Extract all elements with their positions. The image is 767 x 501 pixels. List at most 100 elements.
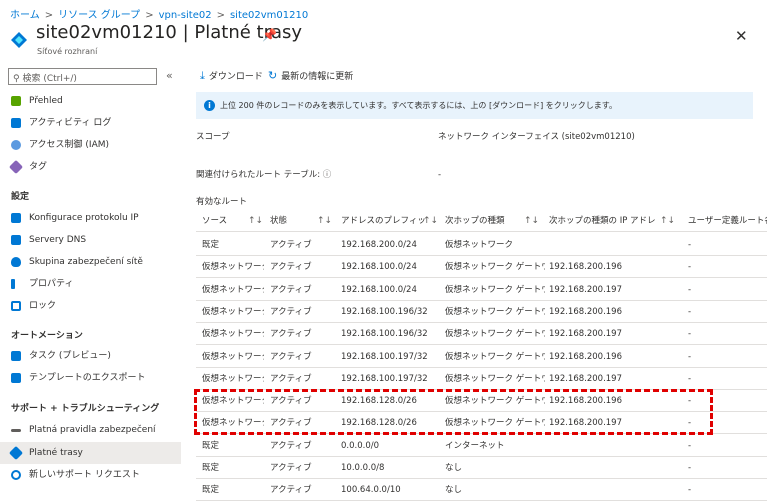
table-cell: 仮想ネットワーク ゲートウ... bbox=[445, 373, 545, 384]
sort-icon[interactable]: ↑↓ bbox=[660, 210, 675, 232]
sort-icon[interactable]: ↑↓ bbox=[524, 210, 539, 232]
table-row[interactable]: 既定 アクティブ 192.168.200.0/24 仮想ネットワーク - bbox=[196, 234, 767, 256]
table-cell: アクティブ bbox=[270, 240, 312, 250]
sidebar-item-label: ロック bbox=[29, 301, 57, 311]
table-cell: 仮想ネットワーク... bbox=[202, 262, 264, 273]
support-icon bbox=[11, 470, 21, 480]
table-cell: 192.168.200.197 bbox=[549, 284, 623, 295]
section-automation: オートメーション bbox=[11, 331, 83, 341]
col-state[interactable]: 状態 bbox=[270, 210, 310, 232]
table-row[interactable]: 仮想ネットワーク... アクティブ 192.168.100.197/32 仮想ネットワ… bbox=[196, 346, 767, 368]
table-cell: なし bbox=[445, 463, 463, 473]
table-row[interactable]: 既定 アクティブ 100.64.0.0/10 なし - bbox=[196, 479, 767, 501]
refresh-label: 最新の情報に更新 bbox=[281, 72, 354, 82]
sidebar-item-iam[interactable]: アクセス制御 (IAM) bbox=[0, 134, 181, 156]
table-cell: - bbox=[688, 306, 692, 317]
table-row[interactable]: 仮想ネットワーク... アクティブ 192.168.100.0/24 仮想ネットワーク… bbox=[196, 256, 767, 279]
table-cell: 192.168.100.197/32 bbox=[341, 351, 428, 362]
col-next-hop-type[interactable]: 次ホップの種類 bbox=[445, 210, 517, 232]
breadcrumb-resource-groups[interactable]: リソース グループ bbox=[58, 10, 140, 21]
table-cell: - bbox=[688, 373, 692, 384]
sidebar-item-locks[interactable]: ロック bbox=[0, 295, 181, 317]
download-label: ダウンロード bbox=[208, 72, 263, 82]
sidebar-item-properties[interactable]: プロパティ bbox=[0, 273, 181, 295]
sidebar-item-label: Přehled bbox=[29, 96, 63, 106]
table-cell: 仮想ネットワーク ゲートウ... bbox=[445, 329, 545, 340]
sort-icon[interactable]: ↑↓ bbox=[317, 210, 332, 232]
table-cell: 192.168.200.197 bbox=[549, 373, 623, 384]
col-prefix[interactable]: アドレスのプレフィック... bbox=[341, 210, 427, 232]
table-row[interactable]: 仮想ネットワーク... アクティブ 192.168.100.196/32 仮想ネットワ… bbox=[196, 301, 767, 323]
ip-config-icon bbox=[11, 213, 21, 223]
table-cell: 192.168.100.196/32 bbox=[341, 306, 428, 317]
sidebar-item-dns[interactable]: Servery DNS bbox=[0, 229, 181, 251]
table-cell: 192.168.100.196/32 bbox=[341, 329, 428, 340]
table-cell: 仮想ネットワーク ゲートウ... bbox=[445, 306, 545, 317]
table-cell: アクティブ bbox=[270, 284, 312, 295]
table-cell: 192.168.200.197 bbox=[549, 329, 623, 340]
sidebar-item-new-support-request[interactable]: 新しいサポート リクエスト bbox=[0, 464, 181, 486]
table-cell: インターネット bbox=[445, 440, 505, 451]
sidebar-item-tags[interactable]: タグ bbox=[0, 156, 181, 178]
table-row[interactable]: 既定 アクティブ 0.0.0.0/0 インターネット - bbox=[196, 435, 767, 457]
sidebar-item-nsg[interactable]: Skupina zabezpečení sítě bbox=[0, 251, 181, 273]
breadcrumb-vpn-site02[interactable]: vpn-site02 bbox=[159, 10, 212, 21]
route-tables-label: 関連付けられたルート テーブル: ⓘ bbox=[196, 168, 331, 180]
sidebar-item-ip-config[interactable]: Konfigurace protokolu IP bbox=[0, 207, 181, 229]
sidebar-item-effective-security-rules[interactable]: Platná pravidla zabezpečení bbox=[0, 419, 181, 441]
table-cell: 既定 bbox=[202, 240, 220, 250]
table-row[interactable]: 既定 アクティブ 10.0.0.0/8 なし - bbox=[196, 457, 767, 479]
table-cell: - bbox=[688, 485, 692, 496]
section-settings: 設定 bbox=[11, 192, 30, 202]
table-cell: 192.168.200.196 bbox=[549, 306, 623, 317]
table-cell: 192.168.200.0/24 bbox=[341, 240, 417, 250]
sort-icon[interactable]: ↑↓ bbox=[423, 210, 438, 232]
table-cell: 仮想ネットワーク ゲートウ... bbox=[445, 351, 545, 362]
collapse-sidebar-icon[interactable]: « bbox=[166, 69, 173, 82]
info-circle-icon: ⓘ bbox=[322, 170, 332, 180]
sidebar-item-label: Skupina zabezpečení sítě bbox=[29, 257, 143, 267]
table-row[interactable]: 仮想ネットワーク... アクティブ 192.168.100.0/24 仮想ネットワーク… bbox=[196, 279, 767, 301]
table-cell: - bbox=[688, 240, 692, 250]
table-row[interactable]: 仮想ネットワーク... アクティブ 192.168.100.197/32 仮想ネットワ… bbox=[196, 368, 767, 390]
table-cell: 仮想ネットワーク... bbox=[202, 284, 264, 295]
info-banner: i 上位 200 件のレコードのみを表示しています。すべて表示するには、上の [ダ… bbox=[196, 92, 753, 119]
breadcrumb-nic[interactable]: site02vm01210 bbox=[230, 10, 308, 21]
table-cell: アクティブ bbox=[270, 329, 312, 340]
table-cell: 既定 bbox=[202, 485, 220, 496]
table-cell: 仮想ネットワーク ゲートウ... bbox=[445, 262, 545, 273]
sidebar-item-export-template[interactable]: テンプレートのエクスポート bbox=[0, 367, 181, 389]
sidebar-item-effective-routes[interactable]: Platné trasy bbox=[0, 442, 181, 464]
effective-routes-label: 有効なルート bbox=[196, 197, 248, 207]
col-next-hop-ip[interactable]: 次ホップの種類の IP アドレス bbox=[549, 210, 655, 232]
table-cell: 仮想ネットワーク... bbox=[202, 373, 264, 384]
search-input[interactable]: ⚲ 検索 (Ctrl+/) bbox=[8, 68, 157, 85]
download-button[interactable]: ⤓ ダウンロード bbox=[200, 69, 263, 83]
col-udr-name[interactable]: ユーザー定義ルート名 bbox=[688, 210, 767, 232]
sidebar-item-label: Servery DNS bbox=[29, 235, 87, 245]
table-cell: なし bbox=[445, 485, 463, 496]
table-cell: 192.168.200.196 bbox=[549, 262, 623, 273]
sidebar-item-label: テンプレートのエクスポート bbox=[29, 373, 146, 383]
table-header: ソース↑↓ 状態↑↓ アドレスのプレフィック...↑↓ 次ホップの種類↑↓ 次ホ… bbox=[196, 210, 767, 232]
sidebar-item-overview[interactable]: Přehled bbox=[0, 90, 181, 112]
sidebar-item-tasks[interactable]: タスク (プレビュー) bbox=[0, 345, 181, 367]
tasks-icon bbox=[11, 351, 21, 361]
sidebar-item-label: 新しいサポート リクエスト bbox=[29, 470, 140, 480]
table-row[interactable]: 仮想ネットワーク... アクティブ 192.168.100.196/32 仮想ネットワ… bbox=[196, 323, 767, 346]
sidebar-item-activity-log[interactable]: アクティビティ ログ bbox=[0, 112, 181, 134]
table-cell: 仮想ネットワーク... bbox=[202, 306, 264, 317]
table-cell: 仮想ネットワーク... bbox=[202, 329, 264, 340]
table-cell: アクティブ bbox=[270, 351, 312, 362]
table-cell: アクティブ bbox=[270, 262, 312, 273]
sort-icon[interactable]: ↑↓ bbox=[248, 210, 263, 232]
tag-icon bbox=[8, 159, 24, 175]
table-cell: 192.168.100.0/24 bbox=[341, 262, 417, 273]
breadcrumb-home[interactable]: ホーム bbox=[10, 10, 40, 21]
breadcrumb: ホーム > リソース グループ > vpn-site02 > site02vm01210 bbox=[10, 10, 309, 21]
close-icon[interactable]: ✕ bbox=[735, 27, 748, 45]
refresh-button[interactable]: ↻ 最新の情報に更新 bbox=[268, 69, 353, 82]
dns-icon bbox=[11, 235, 21, 245]
pin-icon[interactable]: 📌 bbox=[262, 28, 277, 42]
table-cell: - bbox=[688, 262, 692, 273]
